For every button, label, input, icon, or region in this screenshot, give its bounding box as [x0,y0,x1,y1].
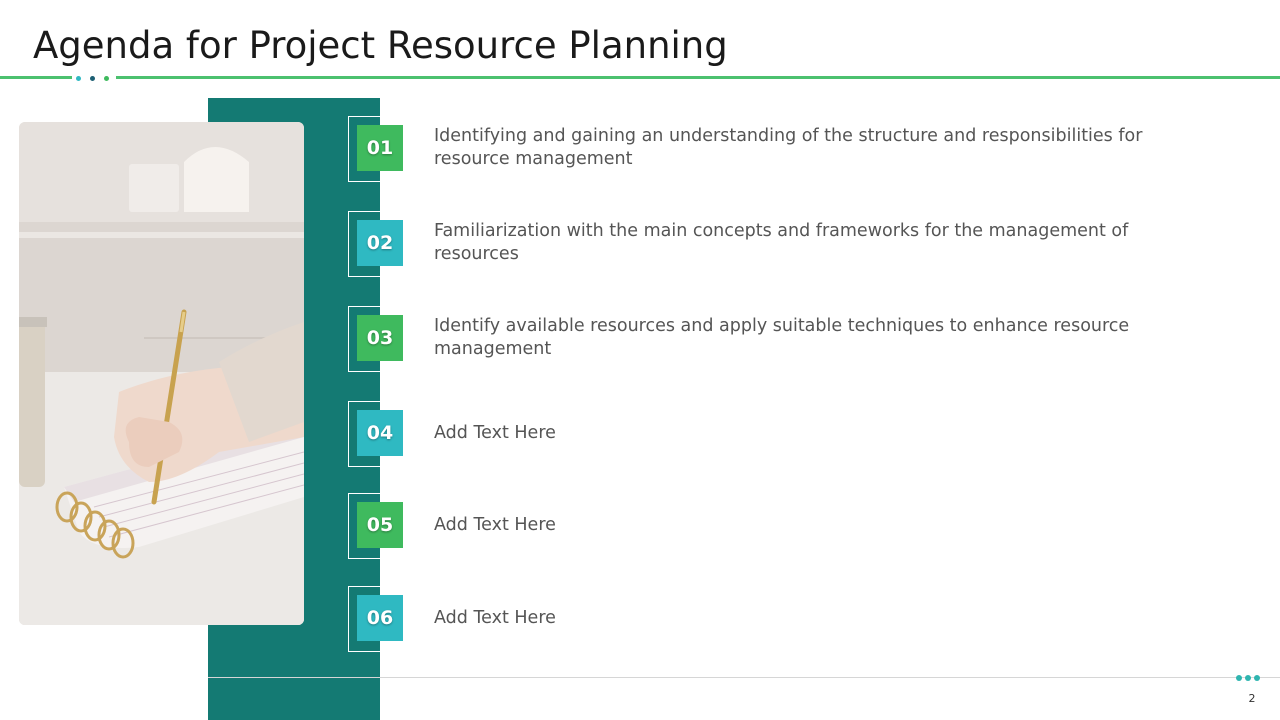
agenda-item-text: Add Text Here [434,515,556,535]
footer-divider [208,677,1280,678]
agenda-item-text: Identifying and gaining an understanding… [434,126,1143,169]
item-number-badge: 04 [357,410,403,456]
agenda-item-text: Add Text Here [434,608,556,628]
title-underline [0,76,1280,79]
page-dots-decoration [1236,675,1262,681]
title-dots-decoration [72,74,116,82]
agenda-item-6: 06 Add Text Here [348,586,1248,652]
item-number-badge: 03 [357,315,403,361]
agenda-item-4: 04 Add Text Here [348,401,1248,467]
agenda-item-text: Identify available resources and apply s… [434,316,1130,359]
agenda-item-1: 01 Identifying and gaining an understand… [348,116,1248,182]
slide-title: Agenda for Project Resource Planning [33,24,728,67]
agenda-item-5: 05 Add Text Here [348,493,1248,559]
notebook-writing-photo [19,122,304,625]
agenda-item-text: Familiarization with the main concepts a… [434,221,1129,264]
item-number-badge: 01 [357,125,403,171]
item-number-badge: 02 [357,220,403,266]
item-number-badge: 05 [357,502,403,548]
agenda-item-text: Add Text Here [434,423,556,443]
item-number-badge: 06 [357,595,403,641]
page-number: 2 [1248,692,1256,705]
agenda-item-3: 03 Identify available resources and appl… [348,306,1248,372]
agenda-item-2: 02 Familiarization with the main concept… [348,211,1248,277]
